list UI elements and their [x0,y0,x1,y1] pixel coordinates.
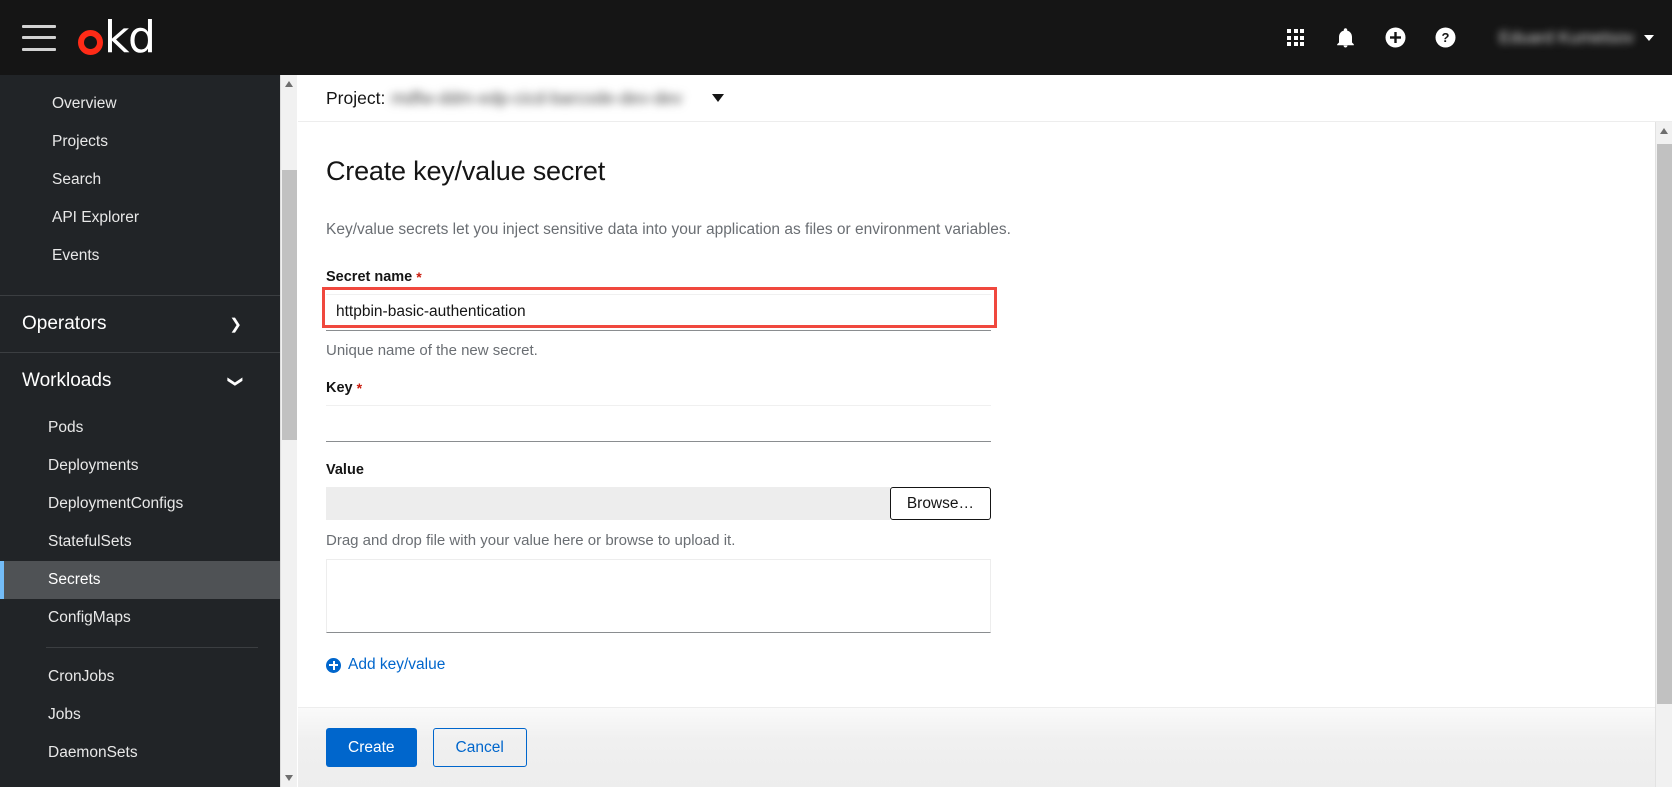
sidebar-item-label: Secrets [48,571,101,588]
sidebar-item-label: API Explorer [52,209,140,226]
form-action-bar: Create Cancel [298,707,1672,787]
scroll-down-arrow-icon[interactable] [285,775,293,781]
sidebar-section-label: Workloads [22,370,112,391]
notification-bell-icon[interactable] [1321,0,1371,75]
sidebar-item-label: CronJobs [48,668,115,685]
sidebar-item-label: ConfigMaps [48,609,131,626]
sidebar-item-daemonsets[interactable]: DaemonSets [0,734,280,772]
value-label-text: Value [326,462,364,478]
help-circle-icon[interactable]: ? [1421,0,1471,75]
hamburger-menu-icon[interactable] [22,24,56,51]
caret-down-icon[interactable] [712,94,725,102]
sidebar-item-projects[interactable]: Projects [0,123,280,161]
plus-circle-icon [326,657,341,673]
value-help-text: Drag and drop file with your value here … [326,532,736,549]
sidebar-item-jobs[interactable]: Jobs [0,696,280,734]
key-label: Key * [326,380,1672,396]
apps-grid-icon[interactable] [1271,0,1321,75]
sidebar-item-pods[interactable]: Pods [0,409,280,447]
okd-logo[interactable]: kd [78,11,156,63]
okd-logo-text: kd [104,11,156,63]
add-key-value-link[interactable]: Add key/value [326,656,445,674]
main-content: Project: mdfw-ddm-edp-cicd-barcode-dev-d… [298,75,1672,787]
sidebar-section-workloads[interactable]: Workloads ❯ [0,353,280,409]
sidebar-subgroup-divider [46,647,258,648]
sidebar-item-label: DaemonSets [48,744,138,761]
page-title: Create key/value secret [326,156,606,186]
scrollbar-thumb[interactable] [282,170,297,440]
add-key-value-label: Add key/value [348,656,446,673]
sidebar-item-label: DeploymentConfigs [48,495,184,512]
sidebar-item-label: Deployments [48,457,139,474]
scrollbar-thumb[interactable] [1657,144,1672,704]
create-secret-form: Create key/value secret Key/value secret… [298,122,1672,787]
key-input[interactable] [326,405,991,442]
user-name-label: Eduard Kumetsov [1498,27,1634,47]
masthead-actions: ? Eduard Kumetsov [1271,0,1672,75]
sidebar-item-api-explorer[interactable]: API Explorer [0,199,280,237]
sidebar-item-configmaps[interactable]: ConfigMaps [0,599,280,637]
user-menu[interactable]: Eduard Kumetsov [1499,28,1654,48]
chevron-down-icon: ❯ [227,374,245,388]
required-marker: * [416,269,422,285]
value-label: Value [326,462,1672,478]
secret-name-input[interactable] [326,294,991,331]
sidebar-scrollbar[interactable] [280,75,297,787]
sidebar-item-overview[interactable]: Overview [0,85,280,123]
sidebar-section-operators[interactable]: Operators ❯ [0,296,280,352]
svg-text:?: ? [1442,30,1450,45]
project-selector-bar: Project: mdfw-ddm-edp-cicd-barcode-dev-d… [298,75,1672,122]
sidebar-item-label: Pods [48,419,84,436]
secret-name-label: Secret name * [326,269,1672,285]
create-button[interactable]: Create [326,728,417,767]
required-marker: * [356,380,363,396]
masthead: kd ? Eduard Kumetsov [0,0,1672,75]
sidebar-item-secrets[interactable]: Secrets [0,561,280,599]
key-label-text: Key [326,380,353,396]
value-textarea[interactable] [326,559,991,633]
sidebar-item-label: Overview [52,95,117,112]
chevron-right-icon: ❯ [229,315,242,333]
sidebar-item-events[interactable]: Events [0,237,280,275]
sidebar-section-label: Operators [22,313,107,334]
sidebar-item-label: Jobs [48,706,81,723]
sidebar-item-label: StatefulSets [48,533,132,550]
sidebar-item-label: Events [52,247,100,264]
secret-name-help-text: Unique name of the new secret. [326,342,538,359]
sidebar-item-label: Search [52,171,102,188]
sidebar-item-deployments[interactable]: Deployments [0,447,280,485]
sidebar-item-deploymentconfigs[interactable]: DeploymentConfigs [0,485,280,523]
scroll-up-arrow-icon[interactable] [285,81,293,87]
project-label: Project: [326,87,386,108]
file-upload-row: Browse… [326,487,991,520]
sidebar-item-search[interactable]: Search [0,161,280,199]
page-scrollbar[interactable] [1655,122,1672,787]
project-name-value[interactable]: mdfw-ddm-edp-cicd-barcode-dev-dev [391,88,682,109]
page-description: Key/value secrets let you inject sensiti… [326,221,1011,238]
plus-circle-icon[interactable] [1371,0,1421,75]
cancel-button[interactable]: Cancel [432,728,527,767]
sidebar-item-label: Projects [52,133,108,150]
scroll-up-arrow-icon[interactable] [1660,128,1668,134]
caret-down-icon [1644,34,1654,41]
browse-button[interactable]: Browse… [889,487,991,520]
sidebar-item-cronjobs[interactable]: CronJobs [0,658,280,696]
sidebar-navigation: Overview Projects Search API Explorer Ev… [0,75,280,787]
sidebar-item-statefulsets[interactable]: StatefulSets [0,523,280,561]
okd-logo-o-icon [78,30,103,55]
secret-name-label-text: Secret name [326,269,413,285]
file-name-display[interactable] [326,487,890,520]
